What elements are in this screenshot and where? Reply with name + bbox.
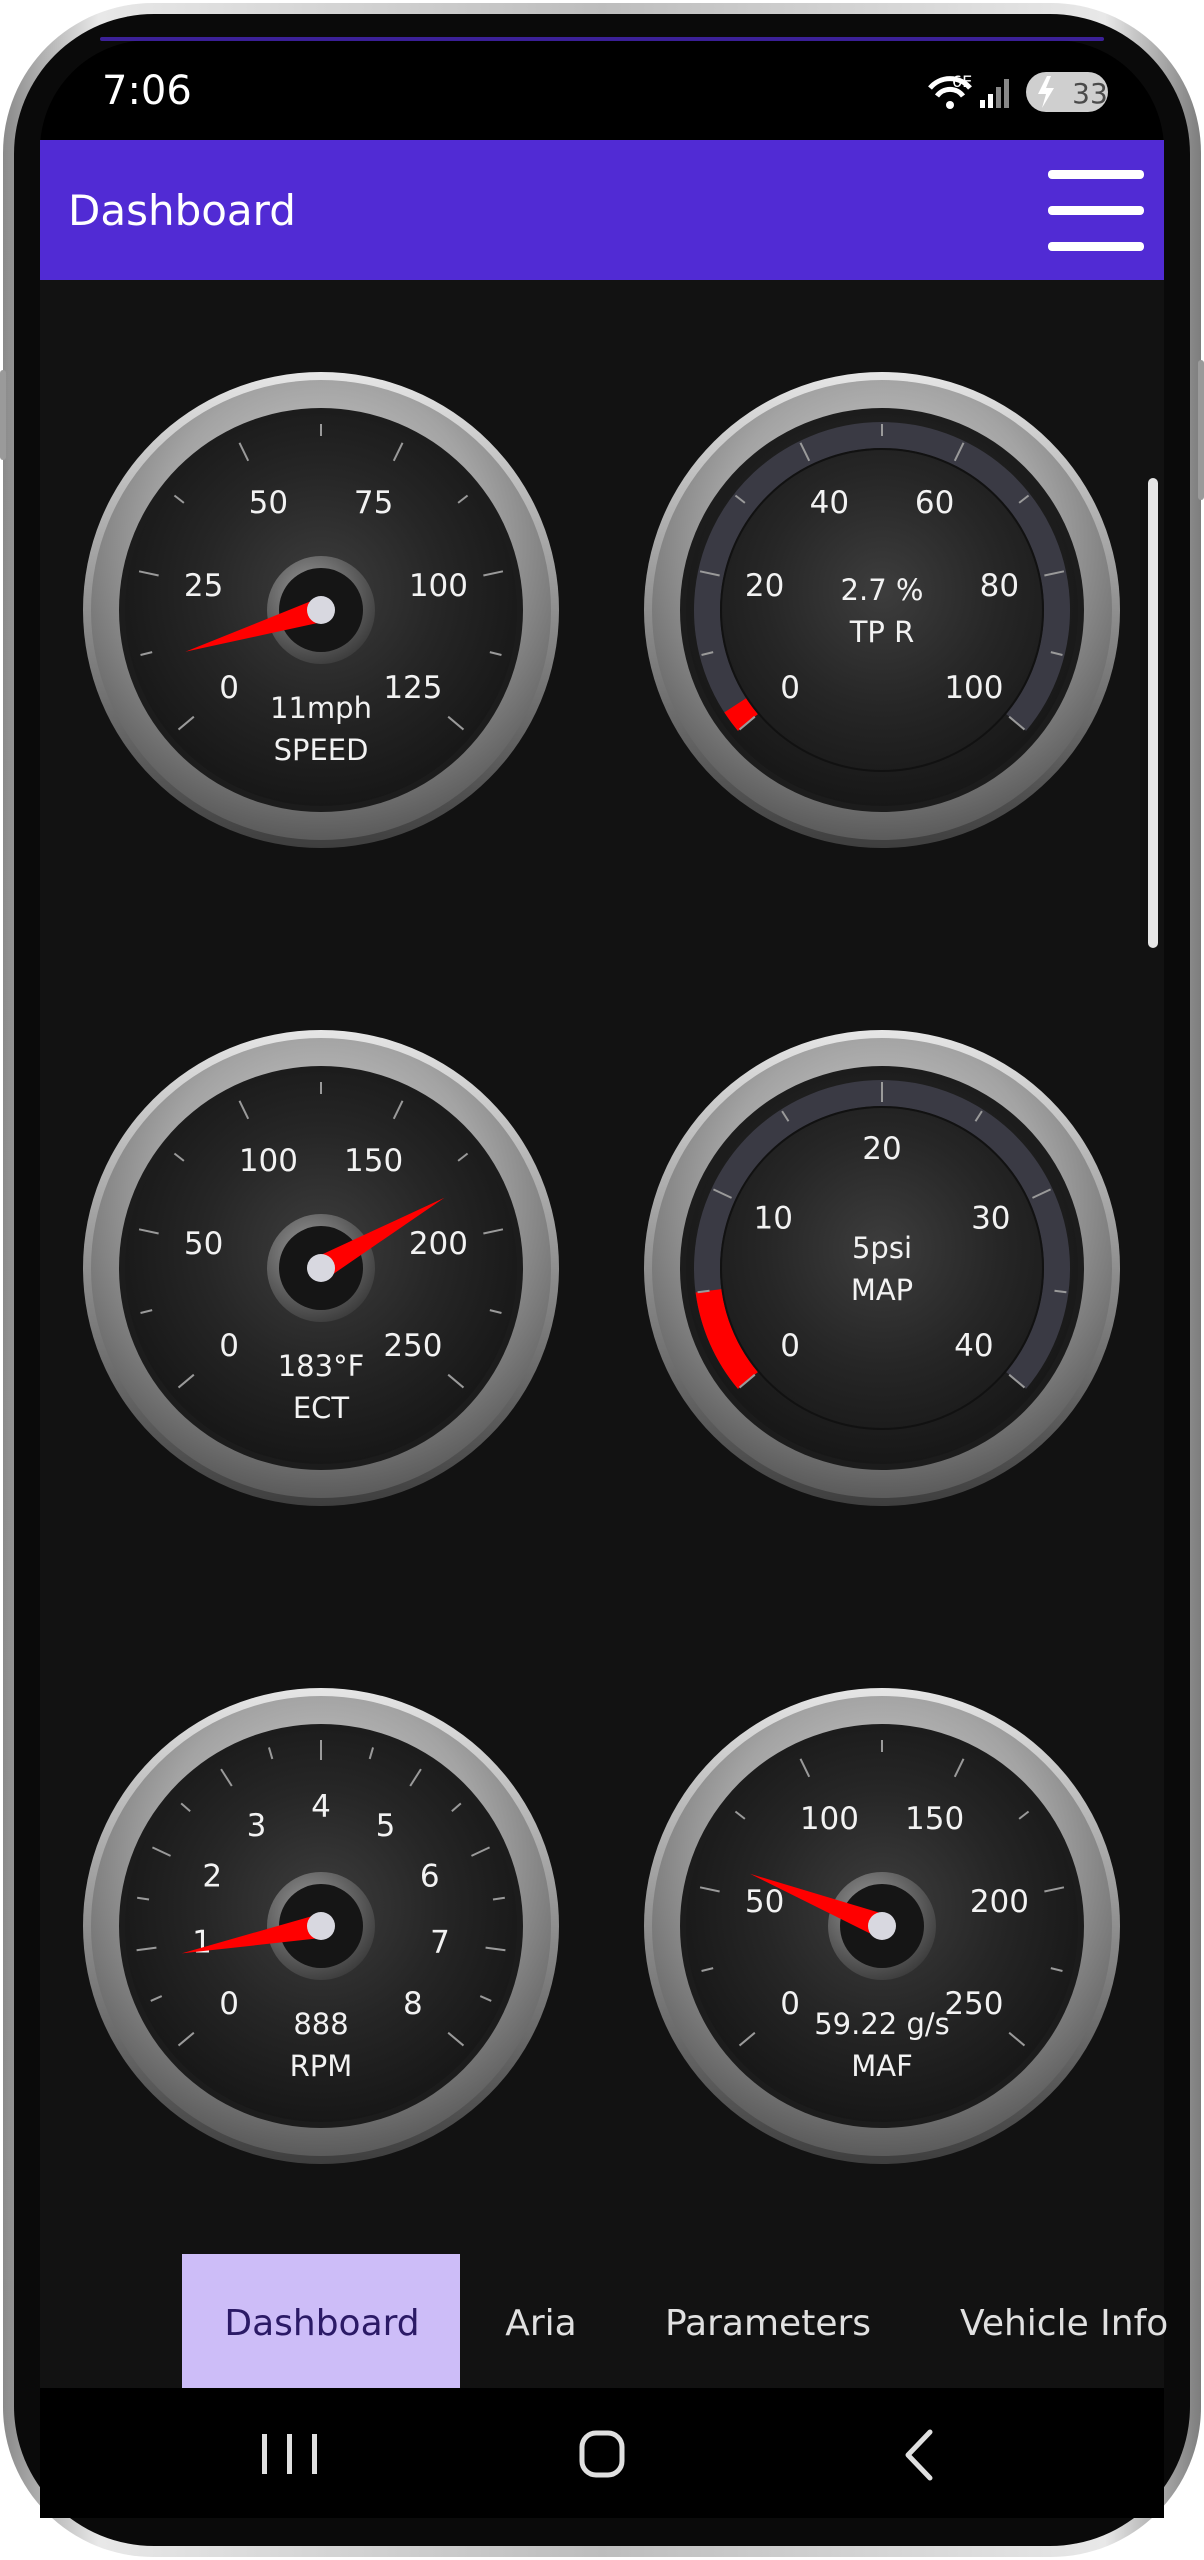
gauge-speed: 0 25 50 75 100 125 11mph SPEED <box>83 372 559 848</box>
battery-level: 33 <box>1072 77 1108 110</box>
gauge-tick-label: 40 <box>954 1328 993 1364</box>
gauge-tick-label: 150 <box>905 1801 964 1837</box>
gauge-needle-cap <box>307 1912 335 1940</box>
gauge-tick-label: 125 <box>383 670 442 706</box>
gauge-tick-label: 50 <box>249 485 288 521</box>
gauge-tick-label: 50 <box>745 1884 784 1920</box>
gauge-needle-cap <box>307 1254 335 1282</box>
tab-aria[interactable]: Aria <box>505 2303 577 2344</box>
gauge-tick-label: 2 <box>202 1858 222 1894</box>
gauge-tick-label: 1 <box>192 1925 212 1961</box>
gauge-tpr: 0 20 40 60 80 100 2.7 % TP R <box>644 372 1120 848</box>
gauge-readout: 59.22 g/s <box>814 2007 950 2041</box>
gauge-tick-label: 25 <box>184 568 223 604</box>
gauge-readout: 888 <box>293 2007 348 2041</box>
gauge-tick-label: 75 <box>354 485 393 521</box>
gauge-ect: 0 50 100 150 200 250 183°F ECT <box>83 1030 559 1506</box>
gauge-tick-label: 30 <box>971 1200 1010 1236</box>
hamburger-menu-icon[interactable] <box>1040 165 1150 255</box>
tab-dashboard[interactable]: Dashboard <box>182 2254 460 2388</box>
gauge-readout: 2.7 % <box>841 573 924 607</box>
gauge-tick-label: 20 <box>745 568 784 604</box>
gauge-name: ECT <box>293 1391 350 1425</box>
gauge-tick-label: 40 <box>810 485 849 521</box>
gauge-name: SPEED <box>274 733 369 767</box>
gauge-name: TP R <box>849 615 915 649</box>
gauge-tick-label: 6 <box>420 1858 440 1894</box>
gauge-readout: 183°F <box>278 1349 365 1383</box>
tab-vehicle-info[interactable]: Vehicle Info <box>960 2303 1168 2344</box>
gauge-name: RPM <box>290 2049 353 2083</box>
gauge-tick-label: 100 <box>409 568 468 604</box>
gauge-map: 0 10 20 30 40 5psi MAP <box>644 1030 1120 1506</box>
gauge-tick-label: 0 <box>780 1328 800 1364</box>
gauge-tick-label: 250 <box>944 1986 1003 2022</box>
gauge-needle-cap <box>307 596 335 624</box>
gauge-tick-label: 60 <box>915 485 954 521</box>
gauge-tick-label: 0 <box>219 1328 239 1364</box>
gauge-tick-label: 0 <box>780 670 800 706</box>
gauge-tick-label: 250 <box>383 1328 442 1364</box>
tab-label: Aria <box>505 2303 577 2344</box>
gauge-tick-label: 4 <box>311 1789 331 1825</box>
gauge-tick-label: 7 <box>430 1925 450 1961</box>
tab-label: Vehicle Info <box>960 2303 1168 2344</box>
battery-icon: 33 <box>1026 72 1108 112</box>
gauge-tick-label: 0 <box>219 1986 239 2022</box>
gauge-tick-label: 200 <box>970 1884 1029 1920</box>
gauge-tick-label: 200 <box>409 1226 468 1262</box>
gauge-tick-label: 50 <box>184 1226 223 1262</box>
gauge-fill <box>724 698 758 731</box>
tab-label: Dashboard <box>224 2303 419 2344</box>
gauge-tick-label: 100 <box>239 1143 298 1179</box>
gauge-tick-label: 100 <box>800 1801 859 1837</box>
gauge-readout: 5psi <box>852 1231 912 1265</box>
scrollbar[interactable] <box>1148 478 1158 948</box>
tab-label: Parameters <box>665 2303 871 2344</box>
tab-parameters[interactable]: Parameters <box>665 2303 871 2344</box>
gauge-tick-label: 5 <box>376 1808 396 1844</box>
status-time: 7:06 <box>102 68 192 114</box>
gauge-tick-label: 80 <box>980 568 1019 604</box>
gauge-tick-label: 10 <box>753 1200 792 1236</box>
gauge-readout: 11mph <box>270 691 372 725</box>
gauge-tick-label: 8 <box>403 1986 423 2022</box>
network-type: 6E <box>952 72 972 91</box>
gauge-tick-label: 150 <box>344 1143 403 1179</box>
gauge-name: MAF <box>851 2049 913 2083</box>
gauge-tick-label: 0 <box>219 670 239 706</box>
gauge-name: MAP <box>851 1273 913 1307</box>
page-title: Dashboard <box>68 186 296 235</box>
gauge-tick-label: 100 <box>944 670 1003 706</box>
gauge-maf: 0 50 100 150 200 25059.22 g/s MAF <box>644 1688 1120 2164</box>
gauge-rpm: 012345678888RPM <box>83 1688 559 2164</box>
gauge-tick-label: 3 <box>247 1808 267 1844</box>
gauge-tick-label: 0 <box>780 1986 800 2022</box>
gauge-tick-label: 20 <box>862 1131 901 1167</box>
gauge-needle-cap <box>868 1912 896 1940</box>
